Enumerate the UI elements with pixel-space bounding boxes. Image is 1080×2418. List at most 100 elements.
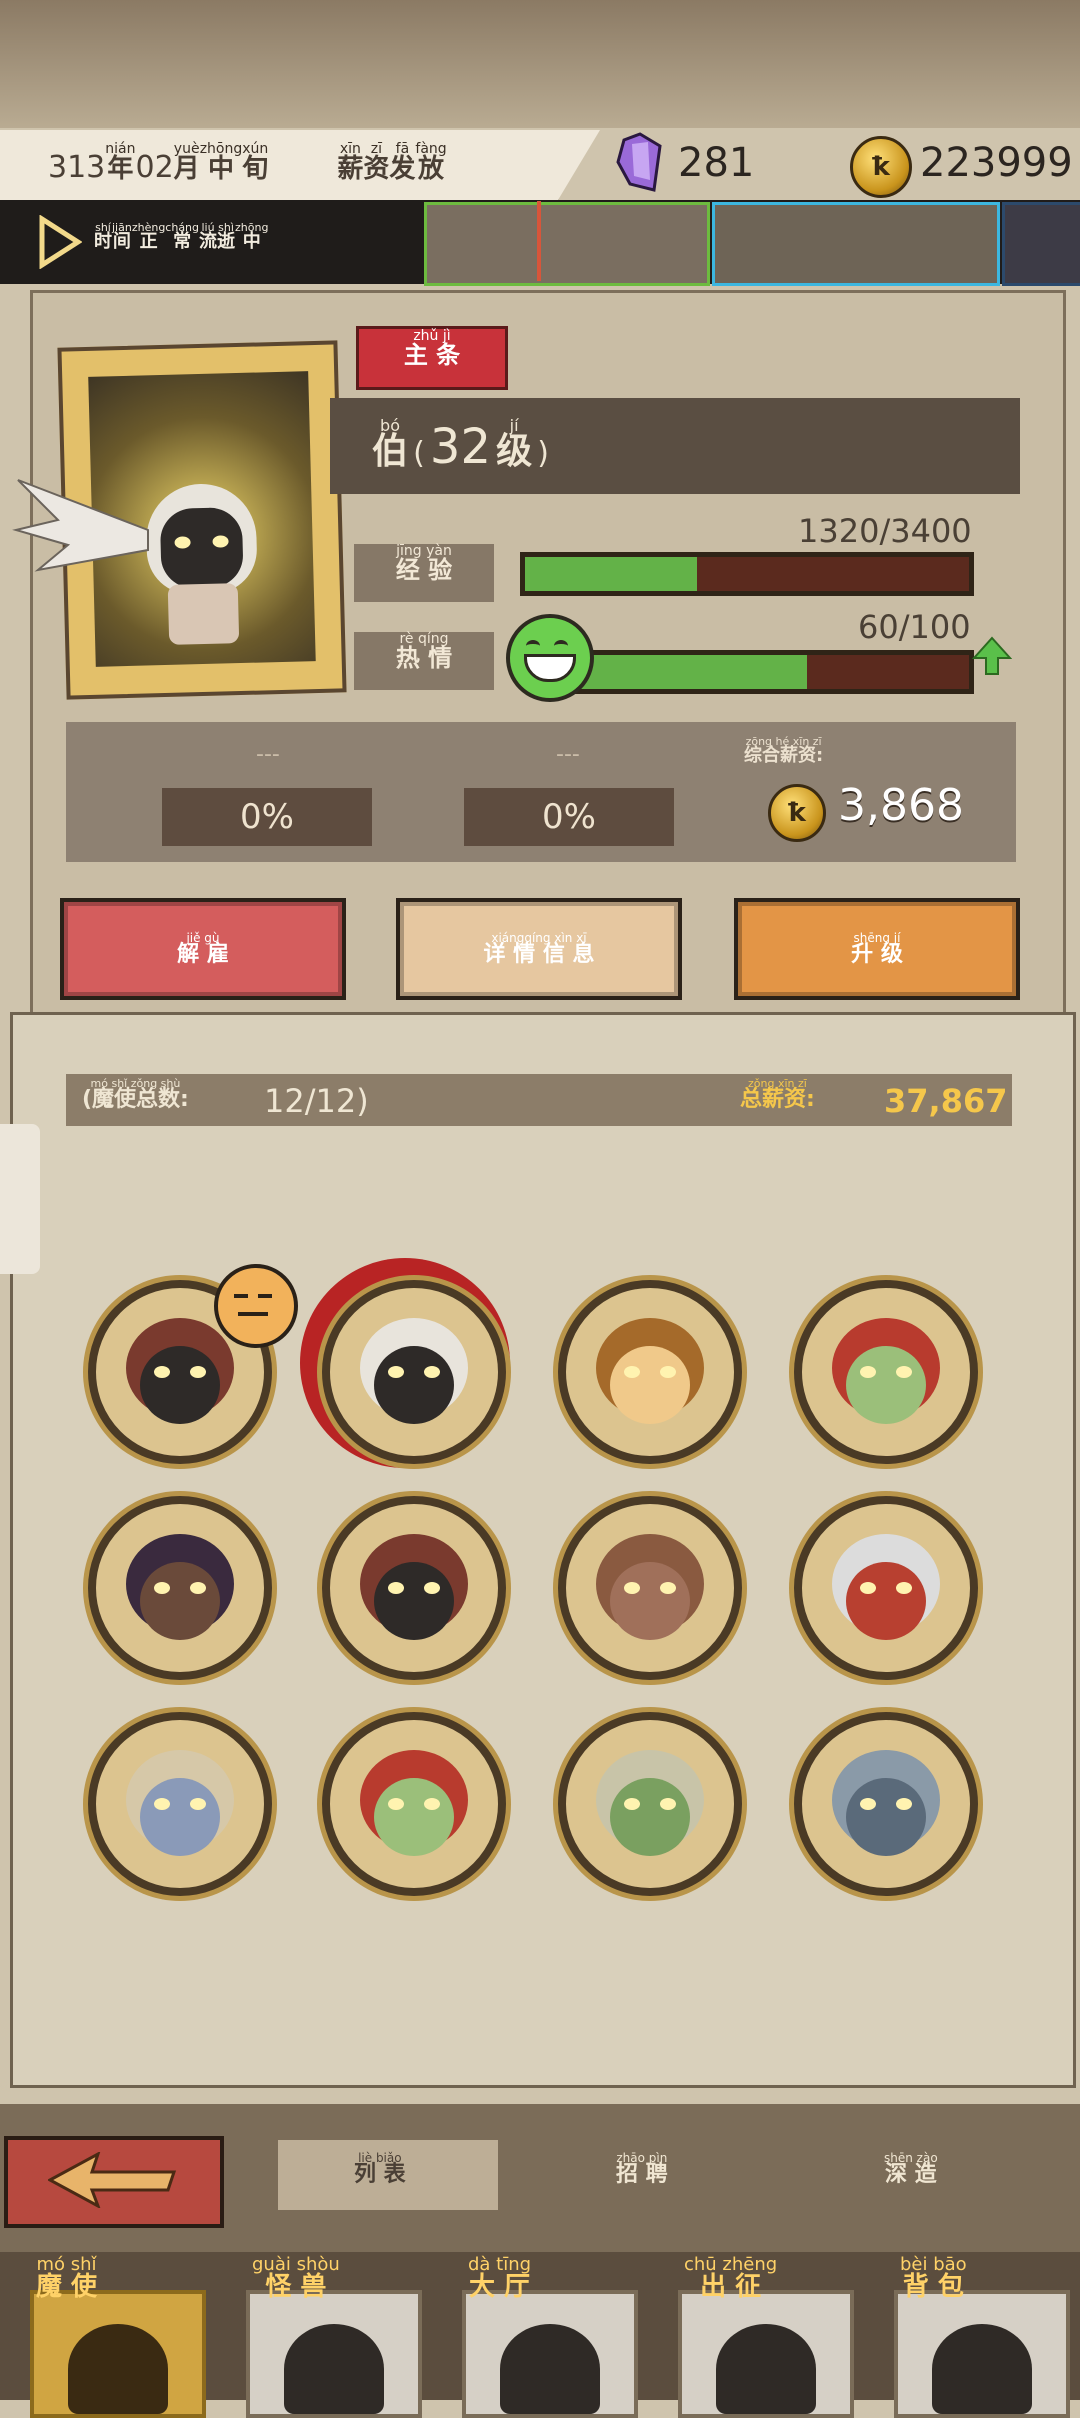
hero-portrait[interactable] bbox=[88, 1712, 272, 1896]
nav-tab-3[interactable] bbox=[462, 2290, 638, 2418]
timeline-slot-salary[interactable] bbox=[424, 201, 710, 286]
hero-face bbox=[846, 1346, 926, 1424]
arrow-left-icon bbox=[48, 2152, 177, 2208]
year-value: 313 bbox=[48, 150, 106, 185]
hero-eyes bbox=[384, 1366, 444, 1380]
hero-face bbox=[374, 1778, 454, 1856]
timeline-slot-next[interactable] bbox=[1002, 202, 1080, 286]
hero-face bbox=[846, 1778, 926, 1856]
dismiss-button[interactable]: jiě gù 解 雇 bbox=[60, 898, 346, 1000]
hero-portrait[interactable] bbox=[322, 1280, 506, 1464]
hero-face bbox=[374, 1346, 454, 1424]
side-drawer-tab[interactable] bbox=[0, 1124, 40, 1274]
character-body bbox=[167, 583, 240, 645]
hero-eyes bbox=[620, 1798, 680, 1812]
roster-count-value: 12/12) bbox=[264, 1082, 369, 1120]
hero-face bbox=[140, 1562, 220, 1640]
hall-icon bbox=[500, 2324, 600, 2414]
total-salary-label: zǒng xīn zī 总薪资: bbox=[740, 1077, 815, 1112]
event-char-1: xīn 薪 bbox=[337, 141, 364, 184]
exp-bar bbox=[520, 552, 974, 596]
backpack-icon bbox=[932, 2324, 1032, 2414]
monster-icon bbox=[284, 2324, 384, 2414]
skull-icon bbox=[68, 2324, 168, 2414]
coin-count: 223999 bbox=[920, 140, 1073, 186]
nav-tab-2[interactable] bbox=[246, 2290, 422, 2418]
stat2-label: --- bbox=[556, 742, 580, 767]
year-char: nián 年 bbox=[105, 141, 136, 184]
event-char-3: fā 发 bbox=[389, 141, 416, 184]
passion-label: rè qíng 热 情 bbox=[354, 632, 494, 690]
stat2-value: 0% bbox=[464, 788, 674, 846]
wing-icon bbox=[12, 479, 149, 572]
exp-value: 1320/3400 bbox=[798, 512, 972, 550]
stat1-value: 0% bbox=[162, 788, 372, 846]
tab-recruit[interactable]: zhāo pìn 招 聘 bbox=[616, 2152, 668, 2186]
nav-tab-4[interactable] bbox=[678, 2290, 854, 2418]
hero-eyes bbox=[150, 1798, 210, 1812]
xun-char: xún 旬 bbox=[242, 141, 269, 184]
level-value: 32 bbox=[429, 419, 491, 475]
coin-icon: ꝁ bbox=[850, 136, 912, 198]
salary-coin-icon: ꝁ bbox=[768, 784, 826, 842]
upgrade-button[interactable]: shēng jí 升 级 bbox=[734, 898, 1020, 1000]
hero-portrait[interactable] bbox=[558, 1496, 742, 1680]
passion-value: 60/100 bbox=[858, 608, 971, 646]
hero-eyes bbox=[856, 1366, 916, 1380]
expedition-icon bbox=[716, 2324, 816, 2414]
nav-label: bèi bāo 背 包 bbox=[900, 2254, 967, 2302]
stat1-label: --- bbox=[256, 742, 280, 767]
month-value: 02 bbox=[135, 150, 174, 185]
hero-eyes bbox=[620, 1366, 680, 1380]
passion-bar-fill bbox=[565, 655, 808, 689]
play-icon[interactable] bbox=[38, 215, 82, 269]
date-display: 313 nián 年 02 yuè 月 zhōng 中 xún 旬 xīn 薪 zī 资 fā 发 fàng 放 bbox=[48, 142, 447, 185]
crystal-icon bbox=[616, 132, 662, 192]
nav-label: chū zhēng 出 征 bbox=[684, 2254, 778, 2302]
timeline-slot-shop[interactable] bbox=[712, 202, 1000, 286]
hero-eyes bbox=[384, 1798, 444, 1812]
event-char-2: zī 资 bbox=[363, 141, 390, 184]
roster-header bbox=[66, 1074, 1012, 1126]
hero-portrait[interactable] bbox=[794, 1712, 978, 1896]
nav-label: mó shǐ 魔 使 bbox=[36, 2254, 98, 2302]
hero-portrait[interactable] bbox=[794, 1496, 978, 1680]
exp-label: jīng yàn 经 验 bbox=[354, 544, 494, 602]
back-button[interactable] bbox=[4, 2136, 224, 2228]
time-flow-status: shí 时 jiān 间 zhèng 正 cháng 常 liú 流 shì 逝 zhōng 中 bbox=[94, 221, 269, 252]
timeline-marker bbox=[537, 201, 541, 281]
tab-list-label: liè biǎo 列 表 bbox=[354, 2151, 406, 2187]
hero-face bbox=[610, 1778, 690, 1856]
hero-face bbox=[610, 1346, 690, 1424]
hero-eyes bbox=[856, 1582, 916, 1596]
details-button[interactable]: xiángqíng xìn xī 详 情 信 息 bbox=[396, 898, 682, 1000]
passion-bar bbox=[560, 650, 974, 694]
nav-tab-5[interactable] bbox=[894, 2290, 1070, 2418]
hero-face bbox=[140, 1778, 220, 1856]
event-char-4: fàng 放 bbox=[415, 141, 447, 184]
hero-portrait[interactable] bbox=[322, 1496, 506, 1680]
hero-portrait[interactable] bbox=[322, 1712, 506, 1896]
happy-face-icon bbox=[506, 614, 594, 702]
nav-label: guài shòu 怪 兽 bbox=[252, 2254, 340, 2302]
main-tag-badge: zhǔ jì 主 条 bbox=[356, 326, 508, 390]
hero-face bbox=[846, 1562, 926, 1640]
zhong-char: zhōng 中 bbox=[199, 141, 243, 184]
character-face bbox=[159, 506, 244, 590]
total-salary-value: 37,867 bbox=[884, 1082, 1008, 1120]
tab-train[interactable]: shēn zào 深 造 bbox=[884, 2152, 938, 2186]
roster-count-label: mó shǐ zǒng shù (魔使总数: bbox=[82, 1077, 189, 1112]
nav-tab-1[interactable] bbox=[30, 2290, 206, 2418]
hero-face bbox=[374, 1562, 454, 1640]
hero-face bbox=[610, 1562, 690, 1640]
hero-portrait[interactable] bbox=[558, 1280, 742, 1464]
salary-label: zōng hé xīn zī 综合薪资: bbox=[744, 735, 824, 766]
hero-eyes bbox=[620, 1582, 680, 1596]
hero-portrait[interactable] bbox=[558, 1712, 742, 1896]
hero-portrait[interactable] bbox=[794, 1280, 978, 1464]
salary-value: 3,868 bbox=[838, 780, 964, 831]
hero-eyes bbox=[856, 1798, 916, 1812]
hero-portrait[interactable] bbox=[88, 1496, 272, 1680]
month-char: yuè 月 bbox=[173, 141, 200, 184]
top-parchment bbox=[0, 0, 1080, 128]
